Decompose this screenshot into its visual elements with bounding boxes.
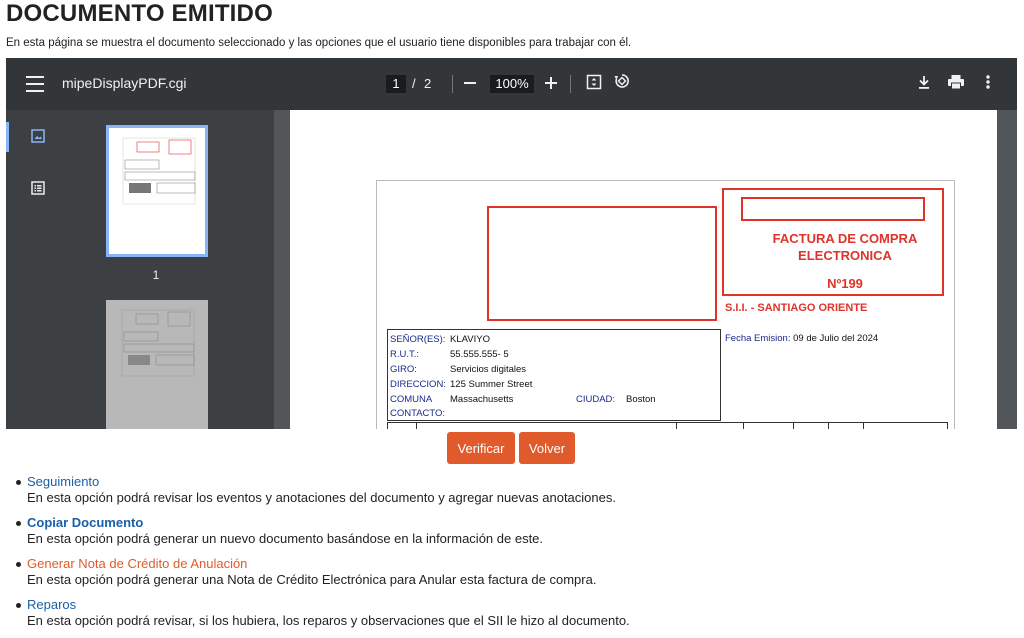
pdf-page: FACTURA DE COMPRA ELECTRONICA Nº199 S.I.… [290, 110, 997, 429]
table-column-divider [863, 423, 864, 429]
giro-label: GIRO: [390, 364, 417, 375]
copiar-documento-link[interactable]: Copiar Documento [27, 515, 143, 530]
table-column-divider [416, 423, 417, 429]
option-description: En esta opción podrá revisar, si los hub… [27, 613, 630, 628]
rut-value: 55.555.555- 5 [450, 349, 509, 360]
options-list: Seguimiento En esta opción podrá revisar… [16, 474, 1016, 638]
outline-view-icon[interactable] [30, 180, 46, 196]
ciudad-value: Boston [626, 394, 656, 405]
menu-icon[interactable] [26, 76, 44, 92]
ciudad-label: CIUDAD: [576, 394, 616, 405]
option-nota-credito: Generar Nota de Crédito de Anulación En … [16, 556, 1016, 597]
senor-value: KLAVIYO [450, 334, 490, 345]
bullet [16, 480, 21, 485]
page-description: En esta página se muestra el documento s… [6, 37, 632, 49]
pdf-sidebar: 1 [6, 110, 274, 429]
rut-emisor-box [741, 197, 925, 221]
pdf-filename: mipeDisplayPDF.cgi [62, 75, 187, 91]
option-copiar-documento: Copiar Documento En esta opción podrá ge… [16, 515, 1016, 556]
page-thumbnail-2[interactable] [106, 300, 208, 429]
table-column-divider [743, 423, 744, 429]
option-description: En esta opción podrá generar un nuevo do… [27, 531, 544, 546]
table-column-divider [793, 423, 794, 429]
page-thumbnail-1[interactable] [106, 125, 208, 257]
nota-credito-link[interactable]: Generar Nota de Crédito de Anulación [27, 556, 247, 571]
option-reparos: Reparos En esta opción podrá revisar, si… [16, 597, 1016, 638]
bullet [16, 603, 21, 608]
toolbar-divider [570, 75, 571, 93]
document-number: Nº199 [827, 276, 863, 291]
comuna-label: COMUNA [390, 394, 433, 405]
senor-label: SEÑOR(ES): [390, 334, 446, 345]
thumbnail-label: 1 [152, 268, 160, 282]
fecha-emision: Fecha Emision: 09 de Julio del 2024 [725, 333, 878, 344]
direccion-value: 125 Summer Street [450, 379, 533, 390]
thumbnail-preview [121, 309, 195, 377]
rotate-icon[interactable] [610, 72, 634, 96]
page-total: 2 [424, 76, 432, 91]
option-description: En esta opción podrá revisar los eventos… [27, 490, 616, 505]
more-vertical-icon[interactable] [976, 72, 1000, 96]
issuer-logo-box [487, 206, 717, 321]
toolbar-divider [452, 75, 453, 93]
sii-office: S.I.I. - SANTIAGO ORIENTE [725, 302, 868, 314]
page-separator: / [412, 76, 416, 91]
receiver-info-box: SEÑOR(ES): KLAVIYO R.U.T.: 55.555.555- 5… [387, 329, 721, 421]
detail-table [387, 422, 948, 429]
comuna-value: Massachusetts [450, 394, 514, 405]
table-column-divider [828, 423, 829, 429]
thumbnail-preview [122, 137, 196, 205]
volver-button[interactable]: Volver [519, 432, 575, 464]
reparos-link[interactable]: Reparos [27, 597, 76, 612]
rut-label: R.U.T.: [390, 349, 420, 360]
zoom-level-input[interactable]: 100% [490, 75, 534, 93]
fit-page-icon[interactable] [582, 72, 606, 96]
giro-value: Servicios digitales [450, 364, 527, 375]
bullet [16, 562, 21, 567]
fecha-value: 09 de Julio del 2024 [793, 333, 879, 344]
thumbnail-view-icon[interactable] [30, 128, 46, 144]
page-number-input[interactable]: 1 [386, 75, 406, 93]
minus-icon[interactable] [458, 72, 482, 96]
seguimiento-link[interactable]: Seguimiento [27, 474, 99, 489]
table-column-divider [676, 423, 677, 429]
document-title: FACTURA DE COMPRA ELECTRONICA [772, 231, 918, 263]
bullet [16, 521, 21, 526]
sidebar-active-indicator [6, 122, 9, 152]
option-description: En esta opción podrá generar una Nota de… [27, 572, 597, 587]
plus-icon[interactable] [539, 72, 563, 96]
option-seguimiento: Seguimiento En esta opción podrá revisar… [16, 474, 1016, 515]
fecha-label: Fecha Emision: [725, 333, 791, 344]
direccion-label: DIRECCION: [390, 379, 446, 390]
verificar-button[interactable]: Verificar [447, 432, 515, 464]
pdf-toolbar: mipeDisplayPDF.cgi 1 / 2 100% [6, 58, 1017, 110]
pdf-viewer: mipeDisplayPDF.cgi 1 / 2 100% 1 FACTURA … [6, 58, 1017, 429]
download-icon[interactable] [912, 72, 936, 96]
contacto-label: CONTACTO: [390, 408, 446, 419]
page-title: DOCUMENTO EMITIDO [6, 0, 273, 27]
pdf-main-area[interactable]: FACTURA DE COMPRA ELECTRONICA Nº199 S.I.… [274, 110, 1017, 429]
print-icon[interactable] [944, 72, 968, 96]
